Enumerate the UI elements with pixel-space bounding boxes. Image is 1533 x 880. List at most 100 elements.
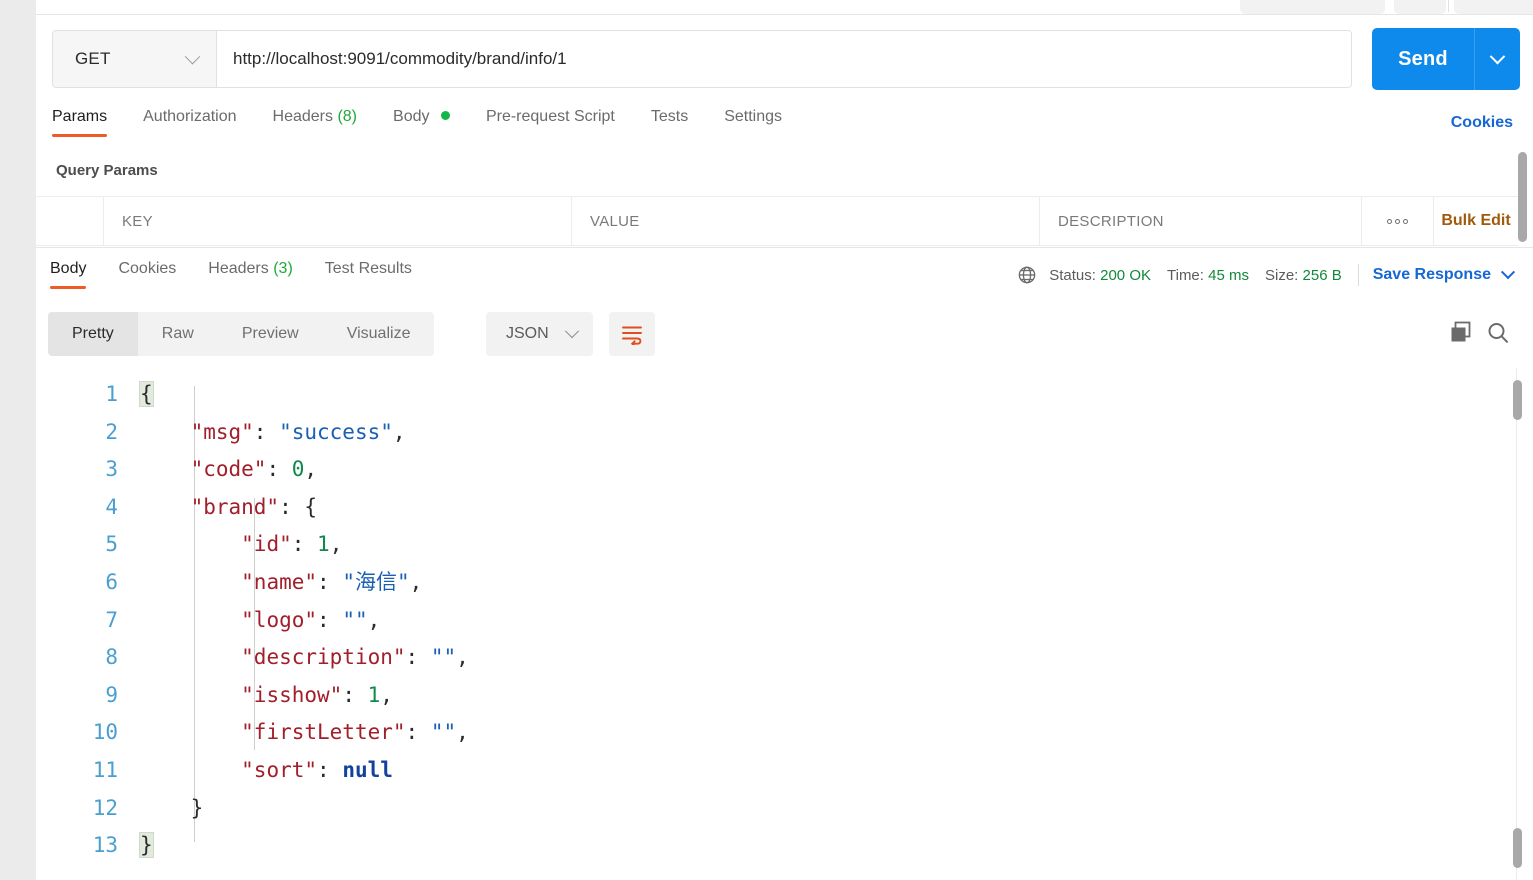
code-line: 12 } [36,790,1533,828]
tab-headers-count: (8) [337,108,358,125]
line-content: { [139,381,154,407]
tab-settings-label: Settings [724,108,783,125]
tab-authorization[interactable]: Authorization [125,108,254,137]
tab-settings[interactable]: Settings [706,108,800,137]
save-response-button[interactable]: Save Response [1372,265,1516,284]
search-response-button[interactable] [1485,320,1511,351]
line-content: "description": "", [241,645,469,670]
line-content: "isshow": 1, [241,682,393,707]
line-content: "brand": { [190,494,318,519]
format-tab-visualize[interactable]: Visualize [323,312,435,356]
format-tab-preview[interactable]: Preview [218,312,323,356]
line-content: "name": "海信", [241,569,423,594]
code-line: 3 "code": 0, [36,451,1533,489]
response-tab-body-label: Body [50,260,87,277]
code-line: 13} [36,827,1533,865]
line-content: "id": 1, [241,532,343,557]
request-panel-scrollbar[interactable] [1518,152,1527,242]
line-number: 12 [92,795,118,820]
line-number: 10 [92,720,118,745]
query-params-table-header: KEY VALUE DESCRIPTION Bulk Edit [36,196,1518,246]
response-body-viewer[interactable]: 1{2 "msg": "success", 3 "code": 0, 4 "bran… [36,368,1533,880]
url-bar: GET http://localhost:9091/commodity/bran… [52,30,1352,88]
response-scroll-track [1516,368,1517,880]
code-line: 9 "isshow": 1, [36,677,1533,715]
tab-authorization-label: Authorization [143,108,237,125]
format-tab-raw[interactable]: Raw [138,312,218,356]
top-separator [1448,0,1449,12]
status-value: 200 OK [1100,266,1151,284]
save-response-label: Save Response [1372,266,1491,283]
format-tab-pretty[interactable]: Pretty [48,312,138,356]
top-pill-1 [1240,0,1385,14]
three-dots-icon [1387,218,1408,224]
code-line: 8 "description": "", [36,639,1533,677]
language-label: JSON [506,325,549,342]
response-tab-cookies[interactable]: Cookies [102,260,192,289]
line-number: 7 [105,607,118,632]
column-header-description: DESCRIPTION [1040,197,1362,245]
response-tab-body[interactable]: Body [50,260,102,289]
tab-headers[interactable]: Headers (8) [255,108,376,137]
code-line: 10 "firstLetter": "", [36,714,1533,752]
code-line: 1{ [36,376,1533,414]
line-content: "code": 0, [190,457,318,482]
response-tab-test-results[interactable]: Test Results [309,260,428,289]
line-content: "sort": null [241,757,393,782]
url-input[interactable]: http://localhost:9091/commodity/brand/in… [217,31,1351,87]
tab-body[interactable]: Body [375,108,468,137]
code-line: 4 "brand": { [36,489,1533,527]
line-number: 13 [92,833,118,858]
status-label: Status: 200 OK [1049,267,1151,284]
size-value: 256 B [1302,266,1342,284]
tab-pre-request-script-label: Pre-request Script [485,108,615,125]
response-format-tabs: Pretty Raw Preview Visualize [48,312,435,356]
params-more-options-button[interactable] [1362,197,1434,245]
tab-tests-label: Tests [650,108,689,125]
column-header-description-label: DESCRIPTION [1058,212,1164,230]
send-button[interactable]: Send [1372,28,1474,90]
column-header-value-label: VALUE [590,212,640,230]
chevron-down-icon [1489,48,1506,64]
cookies-link[interactable]: Cookies [1451,114,1513,132]
line-number: 11 [92,757,118,782]
tab-tests[interactable]: Tests [633,108,706,137]
search-icon [1488,323,1508,343]
line-number: 5 [105,532,118,557]
tab-params-label: Params [52,108,108,125]
language-selector[interactable]: JSON [486,312,593,356]
top-pill-3 [1454,0,1533,14]
line-number: 2 [105,419,118,444]
response-meta: Status: 200 OK Time: 45 ms Size: 256 B S… [1017,264,1516,286]
word-wrap-button[interactable] [609,312,655,356]
select-all-checkbox-cell[interactable] [36,197,104,245]
response-tab-headers[interactable]: Headers (3) [192,260,309,289]
word-wrap-icon [622,326,642,345]
response-divider [36,247,1533,248]
line-content: } [139,832,154,859]
tab-params[interactable]: Params [52,108,125,137]
column-header-value: VALUE [572,197,1040,245]
chevron-down-icon [184,48,201,64]
send-options-button[interactable] [1474,28,1520,90]
response-scrollbar-thumb-bottom[interactable] [1513,828,1522,868]
bulk-edit-button[interactable]: Bulk Edit [1434,197,1518,245]
request-tabs: Params Authorization Headers (8) Body Pr… [52,108,800,148]
column-header-key-label: KEY [122,212,153,230]
left-gutter [0,0,36,880]
response-scrollbar-thumb-top[interactable] [1513,380,1522,420]
send-button-group[interactable]: Send [1372,28,1520,90]
response-tab-test-results-label: Test Results [324,260,412,277]
copy-response-button[interactable] [1448,320,1474,351]
line-number: 6 [105,569,118,594]
method-selector[interactable]: GET [53,31,217,87]
body-present-dot-icon [440,111,450,120]
line-number: 4 [105,494,118,519]
response-tab-headers-label: Headers [208,260,269,277]
tab-pre-request-script[interactable]: Pre-request Script [468,108,633,137]
top-toolbar-strip [36,0,1533,15]
tab-headers-label: Headers [272,108,333,125]
tab-body-label: Body [393,108,430,125]
status-label-text: Status: [1049,266,1096,284]
size-label-text: Size: [1264,266,1299,284]
